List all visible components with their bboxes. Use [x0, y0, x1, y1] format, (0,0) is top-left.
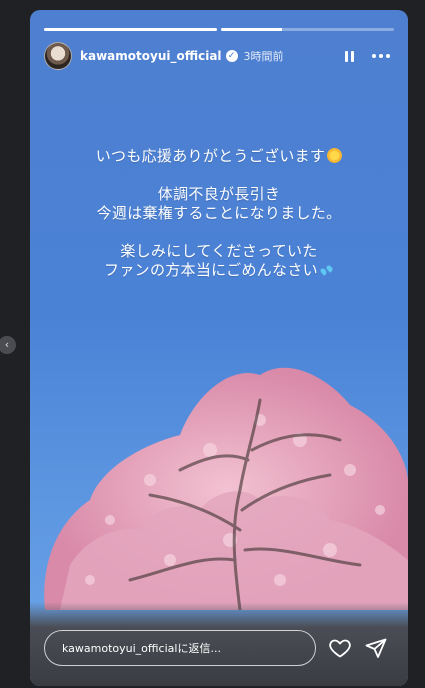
avatar[interactable] [44, 42, 72, 70]
progress-segment [221, 28, 394, 31]
pause-icon [344, 50, 348, 62]
more-options-button[interactable] [368, 45, 394, 67]
progress-segment [44, 28, 217, 31]
story-viewer[interactable]: kawamotoyui_official ✓ 3時間前 いつも応援ありがとうござ… [30, 10, 408, 686]
caption-line-3: 今週は棄権することになりました。 [96, 204, 342, 222]
caption-line-5: ファンの方本当にごめんなさい [104, 261, 318, 279]
caption-line-1: いつも応援ありがとうございます [95, 147, 326, 165]
caption-line-4: 楽しみにしてくださっていた [120, 242, 318, 260]
previous-story-button[interactable]: ‹ [0, 336, 16, 354]
post-time: 3時間前 [243, 50, 284, 63]
story-caption: いつも応援ありがとうございます 体調不良が長引き 今週は棄権することになりました… [30, 147, 408, 280]
heart-icon[interactable] [328, 636, 352, 660]
cherry-blossom-tree-image [44, 367, 408, 610]
caption-line-2: 体調不良が長引き [157, 185, 281, 203]
sweat-droplets-emoji-icon [319, 264, 334, 276]
story-progress [44, 28, 394, 31]
verified-badge-icon: ✓ [225, 50, 238, 62]
more-icon [372, 54, 376, 58]
username[interactable]: kawamotoyui_official [80, 49, 222, 63]
chevron-left-icon: ‹ [4, 338, 10, 351]
reply-input[interactable]: kawamotoyui_officialに返信... [44, 630, 316, 666]
send-icon[interactable] [364, 636, 388, 660]
sun-emoji-icon [327, 148, 343, 163]
story-footer: kawamotoyui_officialに返信... [30, 602, 408, 686]
story-header: kawamotoyui_official ✓ 3時間前 [44, 42, 394, 70]
pause-button[interactable] [338, 45, 360, 67]
